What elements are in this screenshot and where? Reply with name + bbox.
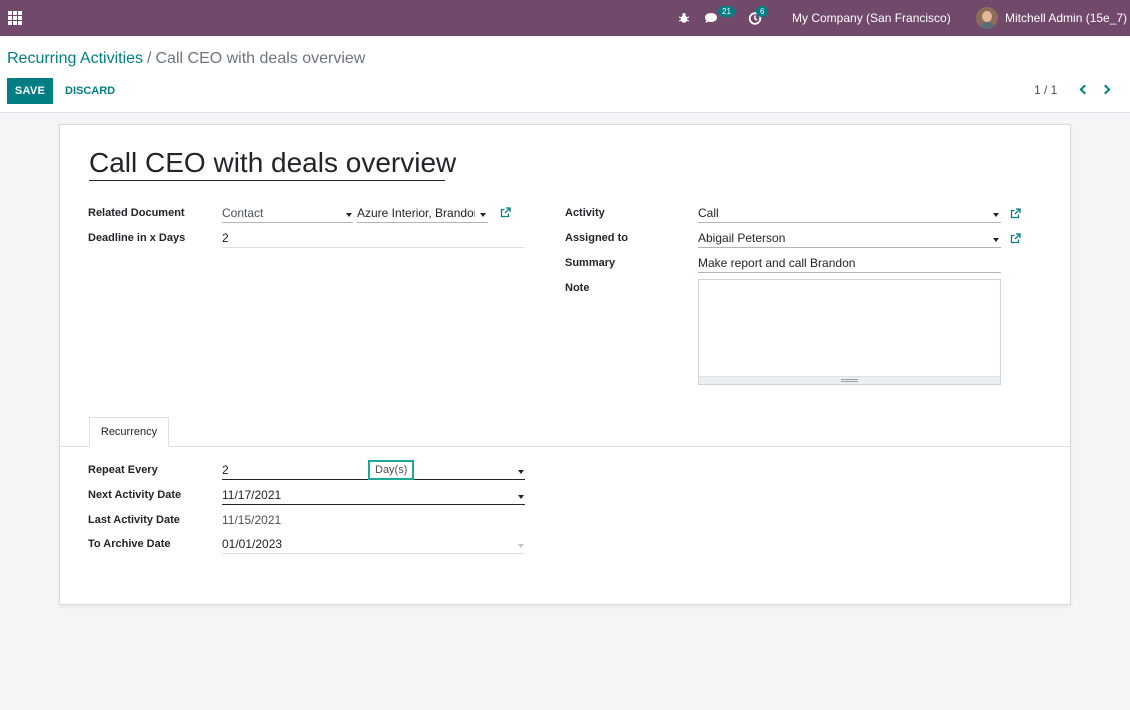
save-button[interactable]: SAVE bbox=[7, 78, 53, 104]
form-sheet: Call CEO with deals overview Related Doc… bbox=[59, 124, 1071, 605]
caret-down-icon bbox=[518, 495, 524, 499]
tab-recurrency[interactable]: Recurrency bbox=[89, 417, 169, 447]
related-document-label: Related Document bbox=[88, 207, 185, 219]
related-document-record-value: Azure Interior, Brandon F bbox=[357, 206, 475, 220]
activity-name-input[interactable]: Call CEO with deals overview bbox=[89, 147, 456, 181]
note-label: Note bbox=[565, 282, 590, 294]
repeat-every-value: 2 bbox=[222, 463, 229, 477]
repeat-every-label: Repeat Every bbox=[88, 464, 158, 476]
tab-divider bbox=[60, 446, 1070, 447]
repeat-unit-value: Day(s) bbox=[375, 464, 408, 476]
note-textarea[interactable] bbox=[698, 279, 1001, 385]
activities-button[interactable]: 6 bbox=[748, 0, 769, 36]
resize-handle[interactable] bbox=[699, 376, 1000, 384]
company-name: My Company (San Francisco) bbox=[792, 11, 951, 25]
summary-input[interactable]: Make report and call Brandon bbox=[698, 255, 1001, 273]
breadcrumb-current: Call CEO with deals overview bbox=[155, 50, 366, 67]
grip-icon bbox=[841, 379, 858, 382]
assigned-to-select[interactable]: Abigail Peterson bbox=[698, 230, 1001, 248]
summary-value: Make report and call Brandon bbox=[698, 256, 856, 270]
last-activity-date-label: Last Activity Date bbox=[88, 514, 180, 526]
to-archive-date-label: To Archive Date bbox=[88, 538, 171, 550]
related-document-model-value: Contact bbox=[222, 206, 264, 220]
top-navbar: 21 6 My Company (San Francisco) Mitchell… bbox=[0, 0, 1130, 36]
last-activity-date-field: 11/15/2021 bbox=[222, 512, 525, 530]
caret-down-icon bbox=[480, 213, 486, 217]
caret-down-icon bbox=[993, 238, 999, 242]
caret-down-icon bbox=[518, 470, 524, 474]
next-activity-date-label: Next Activity Date bbox=[88, 489, 182, 501]
breadcrumb: Recurring Activities / Call CEO with deals… bbox=[7, 50, 365, 68]
related-document-record-field[interactable]: Azure Interior, Brandon F bbox=[357, 205, 488, 223]
chevron-right-icon bbox=[1100, 84, 1111, 95]
messages-count-badge: 21 bbox=[718, 6, 735, 17]
user-menu[interactable]: Mitchell Admin (15e_7) bbox=[976, 0, 1127, 36]
external-link-icon[interactable] bbox=[1010, 208, 1021, 219]
pager-previous-button[interactable] bbox=[1077, 83, 1091, 97]
debug-bug-icon[interactable] bbox=[678, 0, 690, 36]
assigned-to-label: Assigned to bbox=[565, 232, 628, 244]
related-document-model-select[interactable]: Contact bbox=[222, 205, 353, 223]
deadline-days-value: 2 bbox=[222, 231, 229, 245]
control-panel: Recurring Activities / Call CEO with deals… bbox=[0, 36, 1130, 113]
discard-button[interactable]: DISCARD bbox=[58, 78, 122, 104]
caret-down-icon bbox=[346, 213, 352, 217]
breadcrumb-separator: / bbox=[147, 50, 152, 67]
pager-next-button[interactable] bbox=[1100, 83, 1115, 97]
last-activity-date-value: 11/15/2021 bbox=[222, 513, 282, 527]
chevron-left-icon bbox=[1079, 84, 1090, 95]
pager-value[interactable]: 1 / 1 bbox=[1034, 83, 1057, 97]
next-activity-date-value: 11/17/2021 bbox=[222, 488, 282, 502]
external-link-icon[interactable] bbox=[1010, 233, 1021, 244]
breadcrumb-parent-link[interactable]: Recurring Activities bbox=[7, 50, 143, 67]
deadline-days-input[interactable]: 2 bbox=[222, 230, 525, 248]
summary-label: Summary bbox=[565, 257, 616, 269]
user-name: Mitchell Admin (15e_7) bbox=[1005, 11, 1128, 25]
external-link-icon[interactable] bbox=[500, 207, 511, 218]
activity-label: Activity bbox=[565, 207, 605, 219]
activity-type-value: Call bbox=[698, 206, 719, 220]
to-archive-date-value: 01/01/2023 bbox=[222, 537, 283, 551]
caret-down-icon bbox=[518, 544, 524, 548]
next-activity-date-input[interactable]: 11/17/2021 bbox=[222, 487, 525, 505]
repeat-unit-select[interactable]: Day(s) bbox=[368, 460, 414, 480]
avatar bbox=[976, 7, 998, 29]
activities-count-badge: 6 bbox=[756, 6, 769, 17]
messages-button[interactable]: 21 bbox=[704, 0, 735, 36]
to-archive-date-input[interactable]: 01/01/2023 bbox=[222, 536, 525, 554]
deadline-days-label: Deadline in x Days bbox=[88, 232, 186, 244]
company-switcher[interactable]: My Company (San Francisco) bbox=[792, 0, 951, 36]
activity-type-select[interactable]: Call bbox=[698, 205, 1001, 223]
assigned-to-value: Abigail Peterson bbox=[698, 231, 786, 245]
apps-menu-icon[interactable] bbox=[8, 11, 22, 25]
caret-down-icon bbox=[993, 213, 999, 217]
